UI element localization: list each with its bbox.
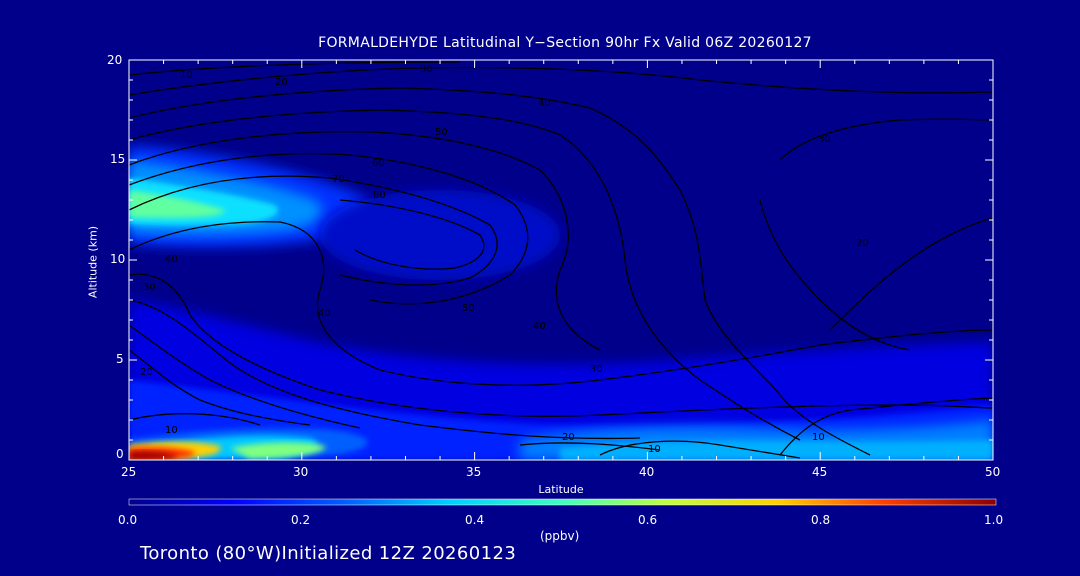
contour-label: 30 bbox=[420, 64, 433, 75]
contour-label: 80 bbox=[373, 190, 386, 201]
colorbar-tick-label: 0.4 bbox=[465, 513, 485, 527]
y-tick-label: 5 bbox=[116, 352, 124, 366]
colorbar-tick-label: 0.0 bbox=[118, 513, 138, 527]
contour-label: 20 bbox=[856, 238, 869, 249]
x-tick-label: 50 bbox=[985, 465, 1001, 479]
x-tick-label: 45 bbox=[812, 465, 828, 479]
contour-label: 40 bbox=[533, 321, 546, 332]
colorbar-tick-label: 0.6 bbox=[638, 513, 658, 527]
contour-label: 70 bbox=[332, 174, 345, 185]
x-axis-label: Latitude bbox=[538, 483, 584, 496]
contour-label: 20 bbox=[562, 432, 575, 443]
colorbar-units: (ppbv) bbox=[540, 529, 580, 543]
colorbar bbox=[128, 498, 997, 506]
x-tick-label: 40 bbox=[639, 465, 655, 479]
contour-label: 40 bbox=[165, 254, 178, 265]
y-tick-label: 15 bbox=[110, 152, 126, 166]
x-tick-label: 25 bbox=[121, 465, 137, 479]
x-tick-label: 35 bbox=[466, 465, 482, 479]
contour-label: 10 bbox=[648, 444, 661, 455]
contour-label: 20 bbox=[275, 77, 288, 88]
colorbar-tick-label: 1.0 bbox=[984, 513, 1004, 527]
contour-label: 30 bbox=[143, 282, 156, 293]
contour-label: 10 bbox=[165, 425, 178, 436]
run-info: Toronto (80°W)Initialized 12Z 20260123 bbox=[140, 543, 517, 564]
y-tick-label: 0 bbox=[116, 447, 124, 461]
colorbar-tick-label: 0.2 bbox=[291, 513, 311, 527]
contour-label: 10 bbox=[180, 70, 193, 81]
contour-label: 10 bbox=[812, 432, 825, 443]
y-tick-label: 20 bbox=[107, 53, 123, 67]
y-axis-label: Altitude (km) bbox=[86, 225, 100, 299]
contour-label: 40 bbox=[318, 308, 331, 319]
contour-label: 40 bbox=[538, 98, 551, 109]
contour-label: 30 bbox=[818, 134, 831, 145]
contour-label: 50 bbox=[462, 303, 475, 314]
contour-label: 20 bbox=[140, 367, 153, 378]
colorbar-tick-label: 0.8 bbox=[811, 513, 831, 527]
chart-title: FORMALDEHYDE Latitudinal Y−Section 90hr … bbox=[318, 35, 812, 51]
contour-label: 60 bbox=[372, 158, 385, 169]
x-tick-label: 30 bbox=[293, 465, 309, 479]
contour-label: 30 bbox=[590, 364, 603, 375]
y-tick-label: 10 bbox=[110, 252, 126, 266]
contour-label: 50 bbox=[435, 127, 448, 138]
